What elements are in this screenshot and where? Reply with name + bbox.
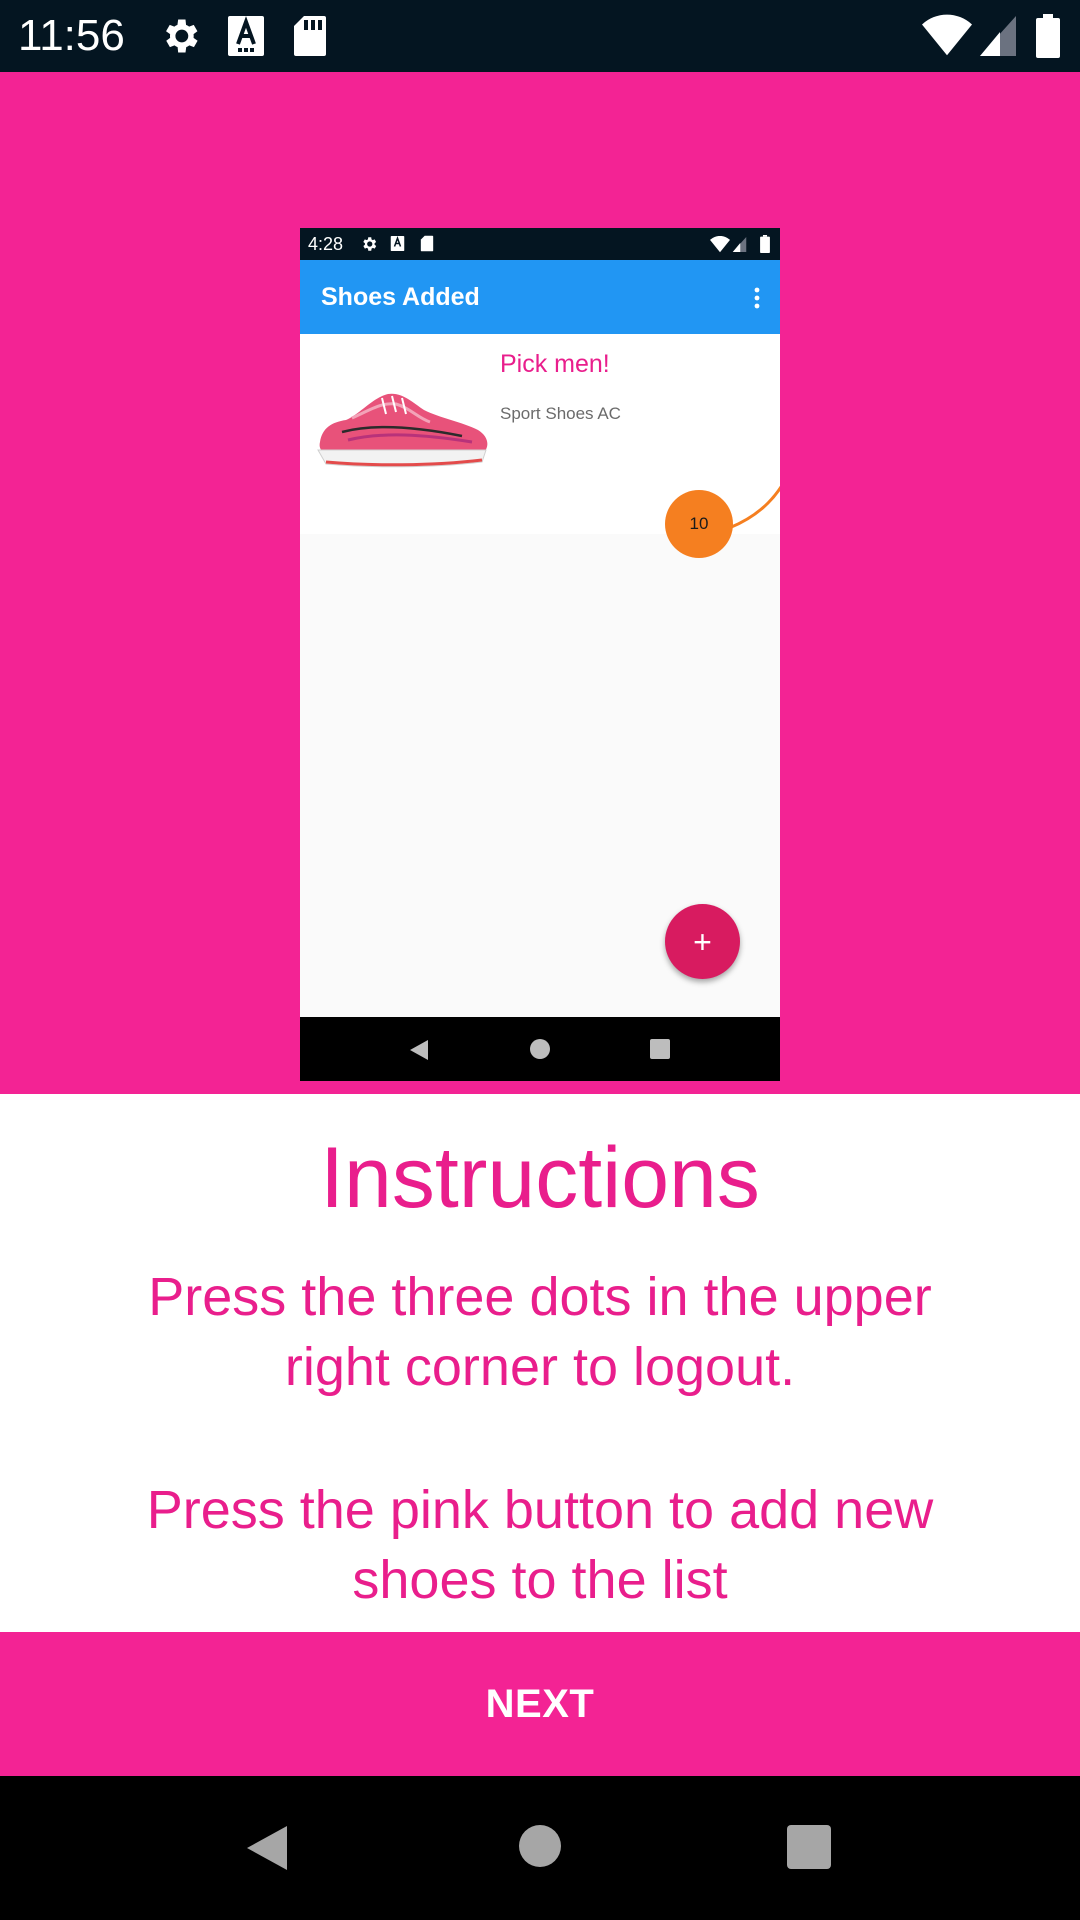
shoe-card-subtitle: Sport Shoes AC [500,404,621,423]
system-nav-bar [0,1776,1080,1920]
recents-icon [650,1039,670,1059]
preview-app-title: Shoes Added [321,283,480,311]
instructions-title: Instructions [320,1130,760,1226]
gear-icon [363,237,377,251]
gear-icon [166,19,198,53]
text-a-icon [228,16,264,56]
status-time: 11:56 [18,11,125,60]
hero-banner: 4:28 Shoes Added Pick men! Sport Shoes A… [0,72,1080,1094]
shoe-size-badge: 10 [665,490,733,558]
preview-app-bar: Shoes Added [300,260,780,334]
instructions-add-text: Press the pink button to add new shoes t… [146,1480,934,1610]
preview-status-time: 4:28 [308,234,344,254]
back-icon[interactable] [245,1824,289,1872]
shoe-card-title: Pick men! [500,350,610,378]
add-shoe-fab: + [665,904,740,979]
battery-icon [760,235,770,253]
preview-nav-bar [300,1017,780,1081]
wifi-icon [922,14,972,56]
app-preview-screenshot: 4:28 Shoes Added Pick men! Sport Shoes A… [300,228,780,1081]
signal-icon [980,16,1016,56]
status-bar: 11:56 [0,0,1080,72]
back-icon [410,1040,428,1060]
shoe-image [317,393,488,468]
next-button[interactable]: NEXT [0,1632,1080,1776]
signal-icon [732,237,747,252]
instructions-logout-text: Press the three dots in the upper right … [148,1267,932,1397]
battery-icon [1036,14,1060,58]
recents-icon[interactable] [786,1824,832,1870]
home-icon[interactable] [518,1824,562,1868]
text-a-icon [390,236,405,251]
more-options-icon [754,287,760,309]
wifi-icon [710,236,730,253]
sd-card-icon [420,235,434,252]
preview-status-bar: 4:28 [300,228,780,260]
home-icon [530,1039,550,1059]
sd-card-icon [294,16,326,56]
